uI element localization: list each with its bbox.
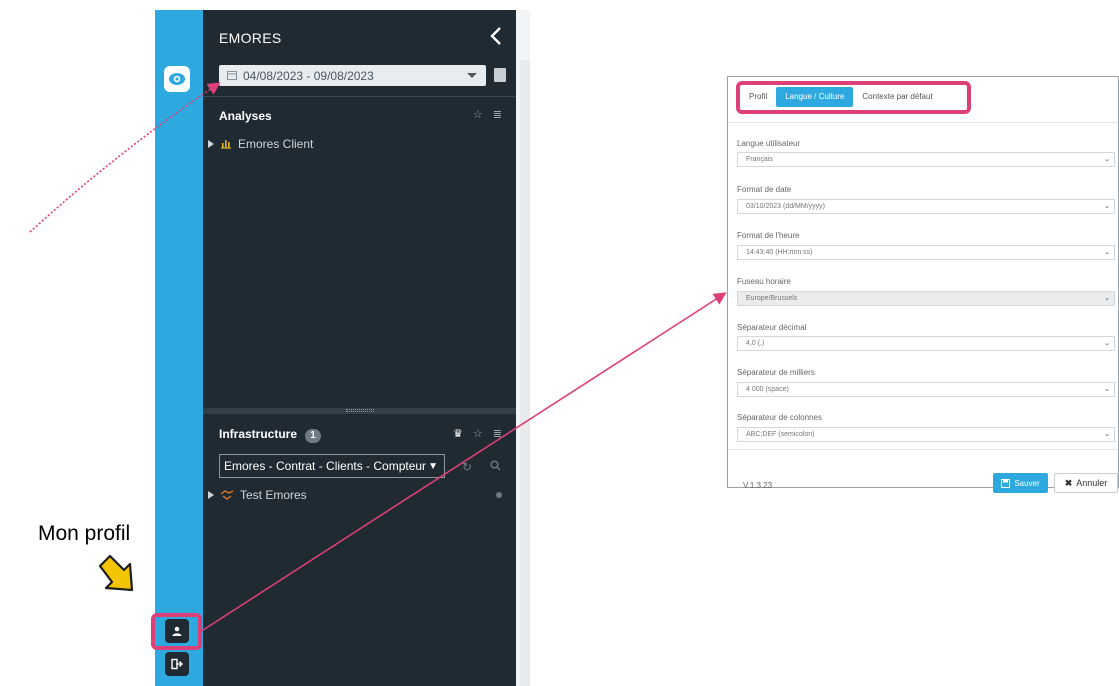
annotation-overlay <box>29 82 727 633</box>
dotted-arrow <box>29 82 221 233</box>
profile-arrow <box>199 292 727 633</box>
yellow-arrow-icon <box>98 554 134 592</box>
